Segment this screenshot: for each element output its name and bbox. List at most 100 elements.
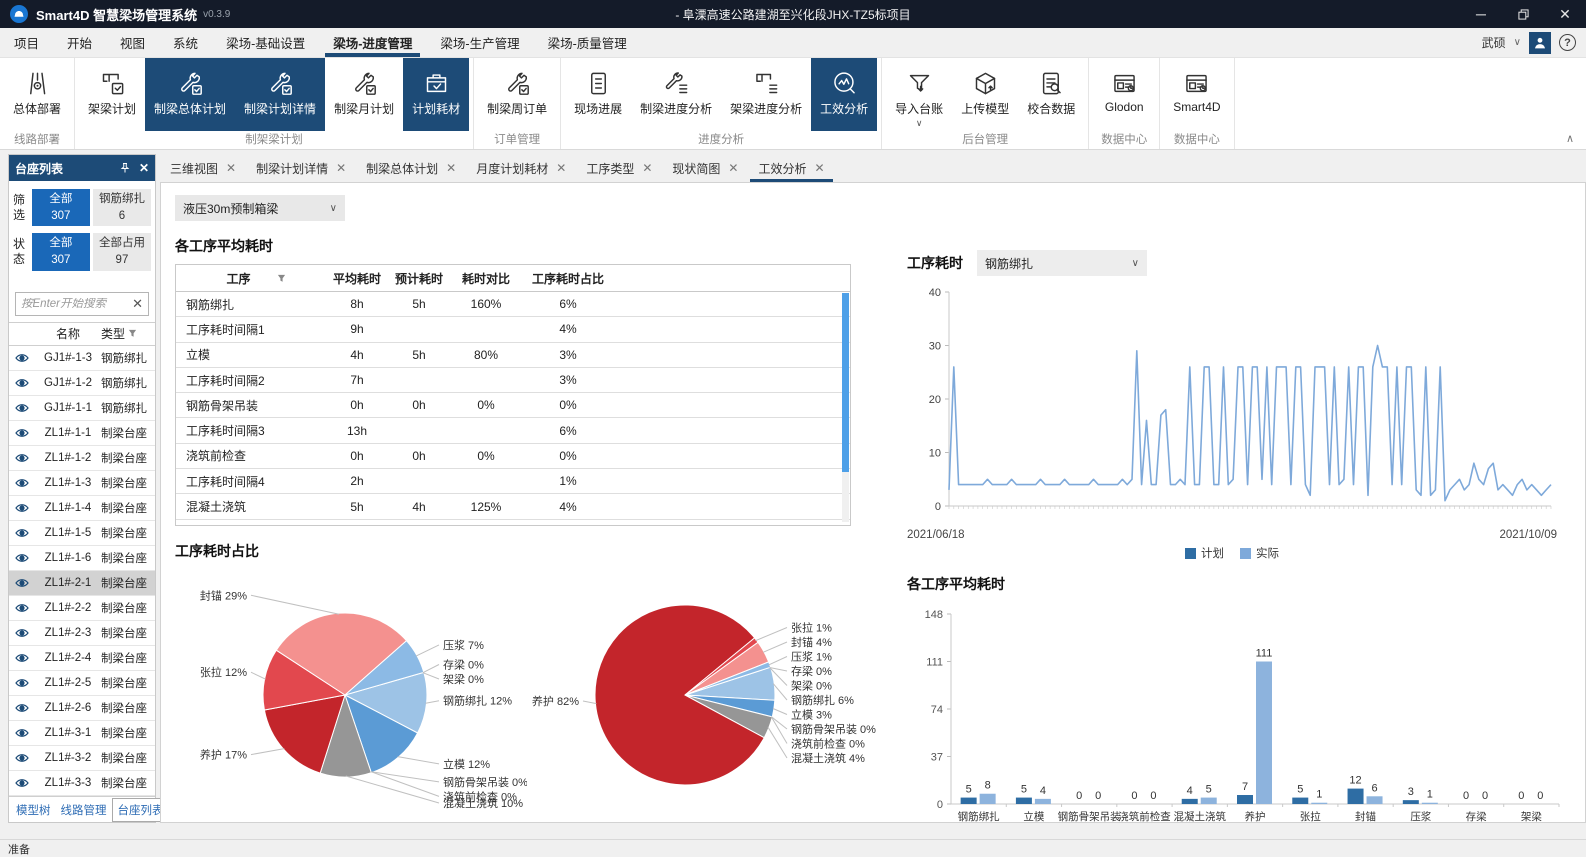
ribbon-button[interactable]: 架梁进度分析 [721,58,811,131]
ribbon-button[interactable]: 架梁计划 [79,58,145,131]
menu-item[interactable]: 开始 [53,28,106,57]
doc-tab[interactable]: 制梁总体计划✕ [356,154,466,182]
pedestal-row[interactable]: GJ1#-1-3钢筋绑扎 [9,346,155,371]
pedestal-row[interactable]: ZL1#-2-3制梁台座 [9,621,155,646]
dock-tab[interactable]: 模型树 [11,799,56,821]
col-header[interactable]: 工序耗时占比 [522,270,614,287]
eye-visibility-icon[interactable] [9,752,35,764]
eye-visibility-icon[interactable] [9,702,35,714]
menu-item[interactable]: 梁场-基础设置 [212,28,319,57]
menu-item[interactable]: 视图 [106,28,159,57]
pedestal-row[interactable]: ZL1#-2-4制梁台座 [9,646,155,671]
ribbon-button[interactable]: Glodon [1093,58,1155,131]
ribbon-button[interactable]: 现场进展 [565,58,631,131]
ribbon-collapse-icon[interactable]: ∧ [1566,132,1574,145]
pedestal-row[interactable]: ZL1#-1-1制梁台座 [9,421,155,446]
filter-all-button[interactable]: 全部 307 [32,189,90,226]
ribbon-button[interactable]: 工效分析 [811,58,877,131]
pin-icon[interactable] [119,162,131,174]
close-icon[interactable]: ✕ [1544,0,1586,28]
ribbon-button[interactable]: 计划耗材 [403,58,469,131]
pedestal-row[interactable]: ZL1#-3-3制梁台座 [9,771,155,796]
eye-visibility-icon[interactable] [9,552,35,564]
table-row[interactable]: 工序耗时间隔313h6% [176,418,850,443]
ribbon-button[interactable]: 上传模型 [952,58,1018,131]
status-all-button[interactable]: 全部 307 [32,233,90,270]
beam-type-dropdown[interactable]: 液压30m预制箱梁 ∨ [175,195,345,221]
panel-close-icon[interactable]: ✕ [139,161,149,175]
table-row[interactable]: 工序耗时间隔42h1% [176,469,850,494]
eye-visibility-icon[interactable] [9,377,35,389]
help-icon[interactable]: ? [1559,34,1576,51]
pedestal-row[interactable]: ZL1#-3-1制梁台座 [9,721,155,746]
doc-tab[interactable]: 三维视图✕ [160,154,246,182]
table-row[interactable]: 混凝土浇筑5h4h125%4% [176,494,850,519]
col-header[interactable]: 平均耗时 [326,270,388,287]
doc-tab[interactable]: 制梁计划详情✕ [246,154,356,182]
doc-tab[interactable]: 工序类型✕ [576,154,662,182]
pedestal-row[interactable]: ZL1#-1-4制梁台座 [9,496,155,521]
table-row[interactable]: 工序耗时间隔50h2% [176,520,850,526]
status-occupied-button[interactable]: 全部占用 97 [93,233,151,270]
ribbon-button[interactable]: 制梁进度分析 [631,58,721,131]
eye-visibility-icon[interactable] [9,527,35,539]
tab-close-icon[interactable]: ✕ [642,161,652,175]
tab-close-icon[interactable]: ✕ [226,161,236,175]
table-row[interactable]: 浇筑前检查0h0h0%0% [176,444,850,469]
user-chevron-down-icon[interactable]: ∨ [1514,37,1521,48]
eye-visibility-icon[interactable] [9,777,35,789]
ribbon-button[interactable]: 制梁周订单 [478,58,556,131]
pedestal-row[interactable]: ZL1#-2-5制梁台座 [9,671,155,696]
ribbon-button[interactable]: 导入台账∨ [886,58,952,131]
eye-visibility-icon[interactable] [9,502,35,514]
pedestal-row[interactable]: ZL1#-2-1制梁台座 [9,571,155,596]
eye-visibility-icon[interactable] [9,602,35,614]
doc-tab[interactable]: 工效分析✕ [748,154,834,182]
search-input[interactable] [21,298,132,310]
tab-close-icon[interactable]: ✕ [814,161,824,175]
minimize-icon[interactable]: ─ [1460,0,1502,28]
pedestal-row[interactable]: ZL1#-2-2制梁台座 [9,596,155,621]
doc-tab[interactable]: 现状简图✕ [662,154,748,182]
pedestal-row[interactable]: ZL1#-2-6制梁台座 [9,696,155,721]
eye-visibility-icon[interactable] [9,427,35,439]
filter-rebar-button[interactable]: 钢筋绑扎 6 [93,189,151,226]
pedestal-row[interactable]: GJ1#-1-1钢筋绑扎 [9,396,155,421]
ribbon-button[interactable]: 制梁计划详情 [235,58,325,131]
col-header-process[interactable]: 工序 [176,270,326,287]
table-row[interactable]: 工序耗时间隔27h3% [176,368,850,393]
restore-icon[interactable] [1502,0,1544,28]
eye-visibility-icon[interactable] [9,652,35,664]
pedestal-row[interactable]: ZL1#-3-2制梁台座 [9,746,155,771]
pedestal-row[interactable]: ZL1#-1-6制梁台座 [9,546,155,571]
dock-tab[interactable]: 线路管理 [56,799,112,821]
eye-visibility-icon[interactable] [9,677,35,689]
eye-visibility-icon[interactable] [9,452,35,464]
ribbon-button[interactable]: 制梁总体计划 [145,58,235,131]
user-name[interactable]: 武硕 [1482,34,1506,51]
menu-item[interactable]: 梁场-质量管理 [534,28,641,57]
col-header[interactable]: 耗时对比 [450,270,522,287]
menu-item[interactable]: 项目 [0,28,53,57]
eye-visibility-icon[interactable] [9,477,35,489]
tab-close-icon[interactable]: ✕ [556,161,566,175]
col-header[interactable]: 预计耗时 [388,270,450,287]
eye-visibility-icon[interactable] [9,402,35,414]
ribbon-button[interactable]: Smart4D [1164,58,1229,131]
ribbon-button[interactable]: 校合数据 [1018,58,1084,131]
pedestal-row[interactable]: ZL1#-1-2制梁台座 [9,446,155,471]
eye-visibility-icon[interactable] [9,577,35,589]
table-row[interactable]: 钢筋绑扎8h5h160%6% [176,292,850,317]
column-name[interactable]: 名称 [35,325,101,342]
doc-tab[interactable]: 月度计划耗材✕ [466,154,576,182]
eye-visibility-icon[interactable] [9,627,35,639]
menu-item[interactable]: 梁场-生产管理 [426,28,533,57]
legend-item[interactable]: 计划 [1185,545,1224,561]
process-dropdown[interactable]: 钢筋绑扎 ∨ [977,250,1147,276]
legend-item[interactable]: 实际 [1240,545,1279,561]
search-clear-icon[interactable]: ✕ [132,296,143,312]
pedestal-row[interactable]: ZL1#-1-5制梁台座 [9,521,155,546]
user-avatar[interactable] [1529,32,1551,54]
table-row[interactable]: 立模4h5h80%3% [176,343,850,368]
menu-item[interactable]: 梁场-进度管理 [319,28,426,57]
